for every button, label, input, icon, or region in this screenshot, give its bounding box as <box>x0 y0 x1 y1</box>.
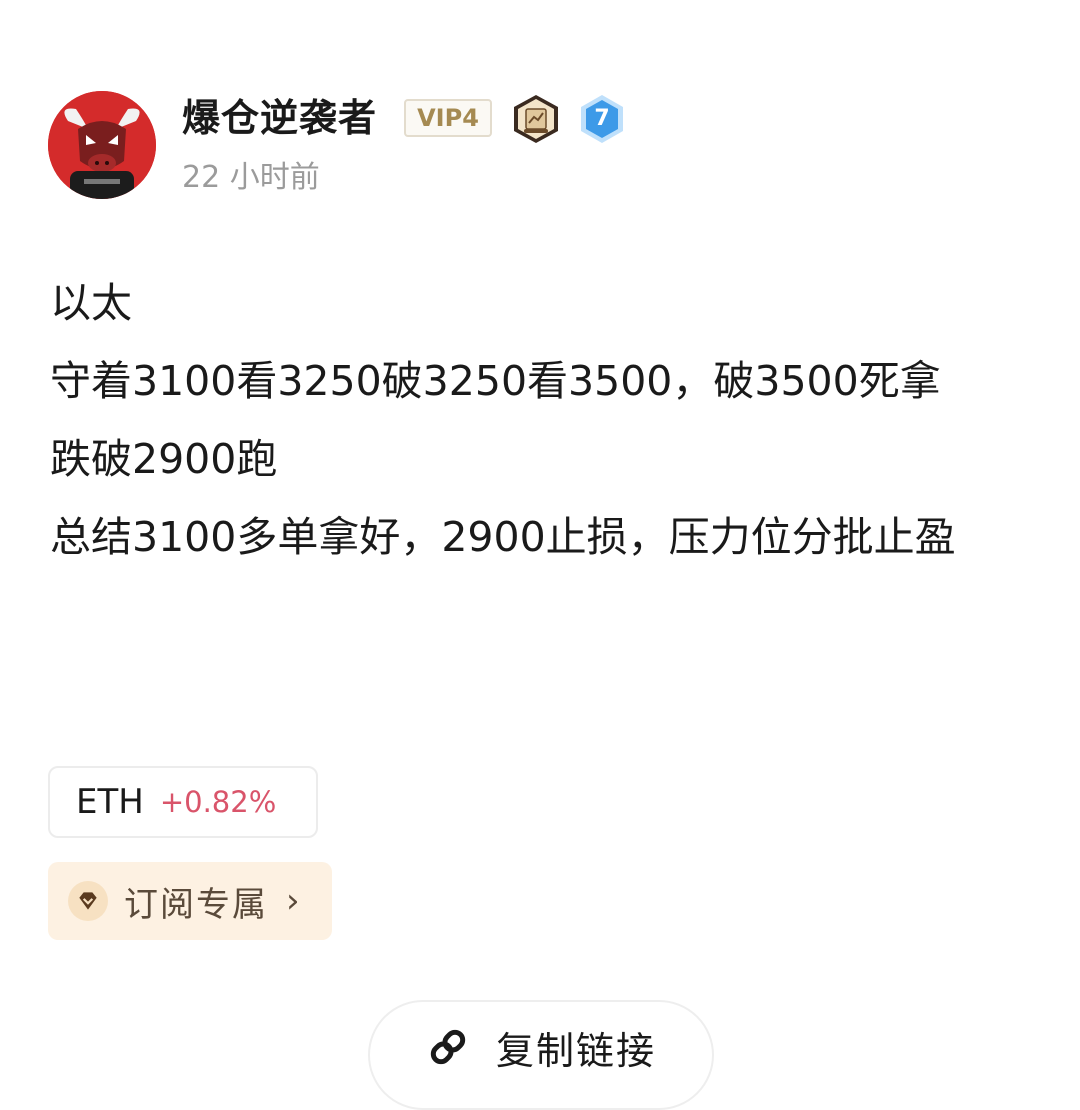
chevron-right-icon: › <box>286 881 300 921</box>
level-badge: 7 <box>578 93 626 145</box>
copy-link-label: 复制链接 <box>495 1028 656 1073</box>
bull-avatar-icon <box>48 91 156 199</box>
post-line: 以太 <box>50 279 132 327</box>
post-time: 22 小时前 <box>182 160 320 195</box>
author-name[interactable]: 爆仓逆袭者 <box>182 94 377 142</box>
post-line: 总结3100多单拿好，2900止损，压力位分批止盈 <box>50 513 956 561</box>
scroll-badge-icon <box>510 93 562 145</box>
diamond-icon <box>68 881 108 921</box>
ticker-change: +0.82% <box>159 785 277 819</box>
copy-link-button[interactable]: 复制链接 <box>368 1000 714 1110</box>
subscribe-button[interactable]: 订阅专属 › <box>48 862 332 940</box>
post-content: 以太 守着3100看3250破3250看3500，破3500死拿 跌破2900跑… <box>50 264 1040 576</box>
ticker-symbol: ETH <box>76 782 144 822</box>
post-line: 守着3100看3250破3250看3500，破3500死拿 <box>50 357 941 405</box>
ticker-chip[interactable]: ETH +0.82% <box>48 766 318 838</box>
link-icon <box>430 1029 466 1065</box>
subscribe-label: 订阅专属 <box>124 884 268 925</box>
avatar[interactable] <box>48 91 156 199</box>
post-line: 跌破2900跑 <box>50 435 278 483</box>
level-number: 7 <box>594 106 610 131</box>
vip-badge: VIP4 <box>404 99 492 137</box>
